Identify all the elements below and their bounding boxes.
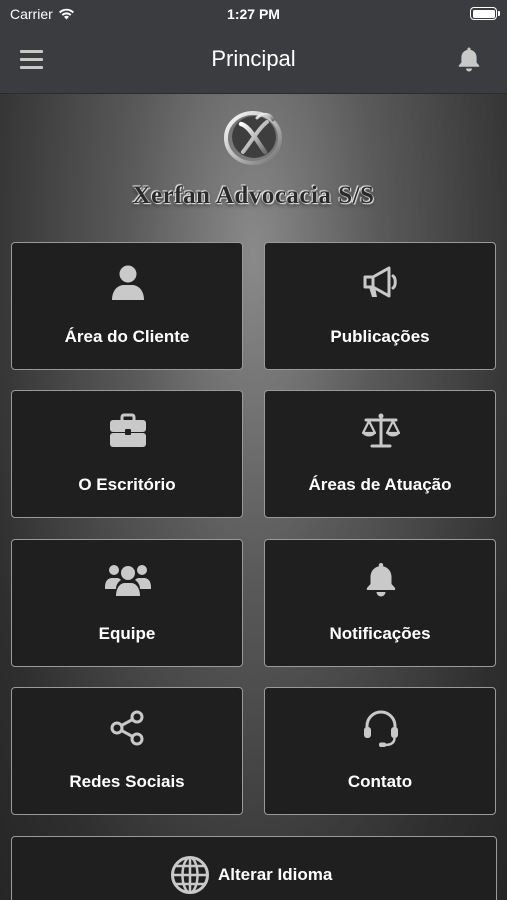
tile-label: Redes Sociais (69, 772, 185, 791)
tile-contato[interactable]: Contato (264, 687, 496, 815)
firm-name: Xerfan Advocacia S/S (132, 182, 375, 209)
bell-icon (458, 47, 480, 72)
tile-area-do-cliente[interactable]: Área do Cliente (11, 242, 243, 370)
navigation-bar: Principal (0, 28, 507, 94)
headset-icon (364, 710, 398, 747)
tile-label: Contato (347, 772, 413, 791)
megaphone-icon (363, 266, 397, 298)
tile-label: Publicações (330, 327, 430, 346)
bell-icon (366, 563, 396, 597)
page-title: Principal (211, 46, 296, 71)
tile-label: O Escritório (78, 475, 176, 494)
tile-o-escritorio[interactable]: O Escritório (11, 390, 243, 518)
briefcase-icon (110, 413, 146, 447)
x-monogram-emblem (224, 111, 282, 165)
tile-areas-de-atuacao[interactable]: Áreas de Atuação (264, 390, 496, 518)
tile-label: Área do Cliente (64, 327, 190, 346)
firm-logo: Xerfan Advocacia S/S (0, 102, 507, 212)
tile-label: Notificações (329, 624, 431, 643)
tile-label: Equipe (98, 624, 156, 643)
scales-icon (361, 413, 401, 448)
notifications-button[interactable] (457, 46, 481, 72)
battery-icon (470, 7, 500, 20)
status-bar: Carrier 1:27 PM (0, 0, 507, 28)
clock: 1:27 PM (227, 6, 280, 22)
tile-label: Áreas de Atuação (308, 475, 452, 494)
main-content: Xerfan Advocacia S/S Área do Cliente Pub… (0, 94, 507, 900)
globe-icon (171, 856, 209, 894)
user-icon (112, 265, 144, 300)
tile-publicacoes[interactable]: Publicações (264, 242, 496, 370)
share-icon (110, 710, 144, 746)
change-language-label: Alterar Idioma (218, 865, 333, 884)
tile-equipe[interactable]: Equipe (11, 539, 243, 667)
team-icon (105, 565, 151, 596)
tile-redes-sociais[interactable]: Redes Sociais (11, 687, 243, 815)
change-language-button[interactable]: Alterar Idioma (11, 836, 497, 900)
tile-notificacoes[interactable]: Notificações (264, 539, 496, 667)
